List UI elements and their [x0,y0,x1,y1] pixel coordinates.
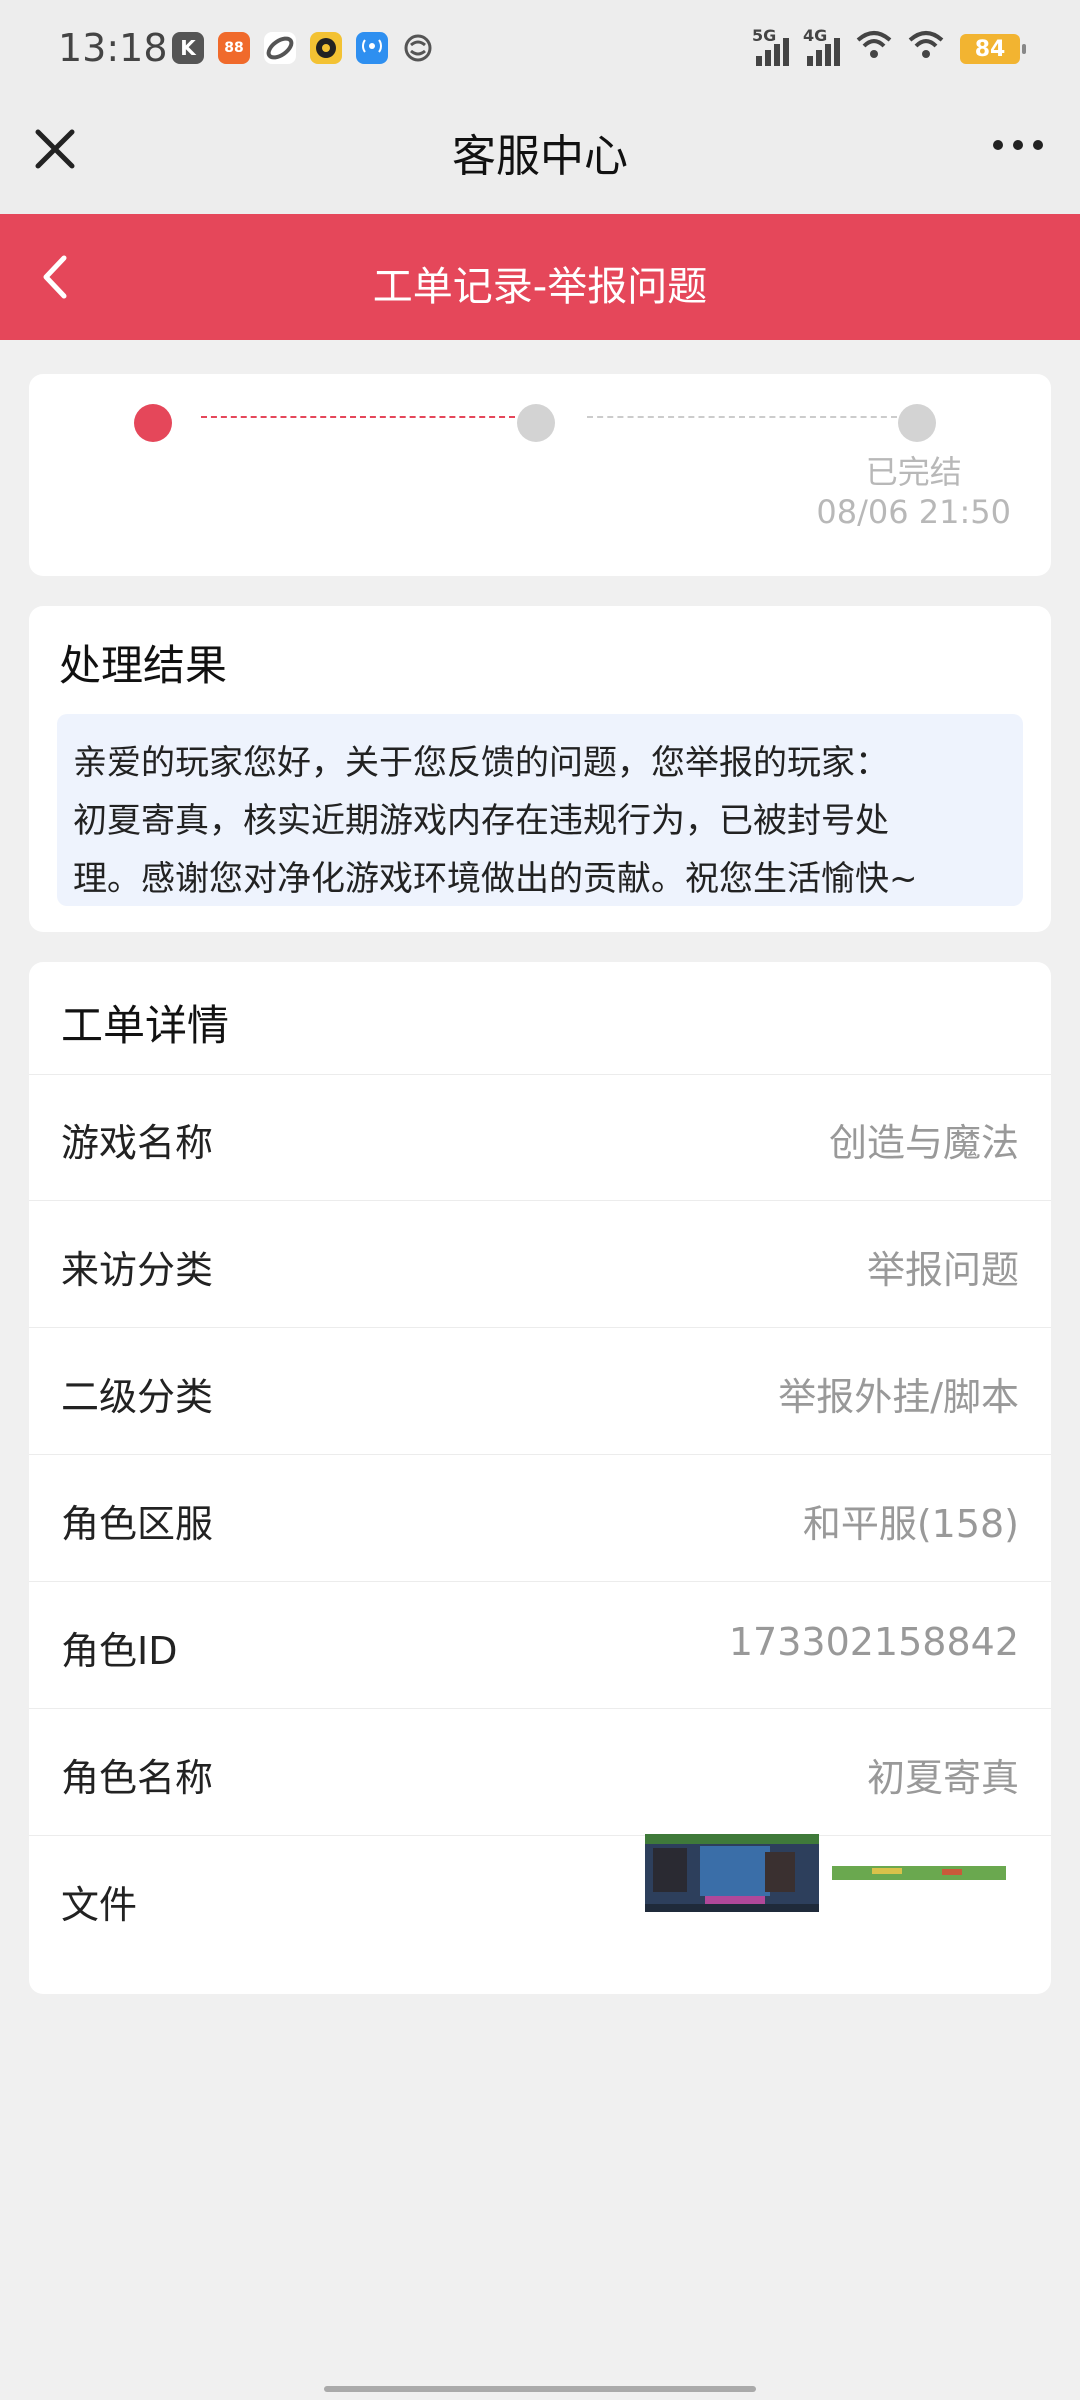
detail-value: 创造与魔法 [828,1121,1019,1165]
step-dot-3 [898,404,936,442]
detail-value: 举报外挂/脚本 [778,1375,1019,1419]
result-message: 亲爱的玩家您好，关于您反馈的问题，您举报的玩家： 初夏寄真，核实近期游戏内存在违… [57,714,1023,906]
k-app-icon: K [172,32,204,64]
result-line: 理。感谢您对净化游戏环境做出的贡献。祝您生活愉快~ [73,859,918,899]
detail-value: 初夏寄真 [866,1756,1019,1800]
detail-row-server: 角色区服 和平服(158) [29,1455,1051,1582]
details-header: 工单详情 [29,962,1051,1075]
file-thumbnail-2[interactable] [832,1834,1006,1912]
nav-bar: 客服中心 [0,100,1080,214]
final-status: 已完结 [865,453,962,491]
detail-row-files: 文件 [29,1834,1051,1962]
progress-card: 已完结 08/06 21:50 [29,374,1051,576]
wifi-icon [856,30,892,68]
more-icon[interactable] [990,120,1046,181]
step-line-1 [201,416,515,418]
detail-label: 游戏名称 [61,1121,214,1165]
file-thumbnail-1[interactable] [645,1834,819,1912]
step-dot-2 [517,404,555,442]
details-card: 工单详情 游戏名称 创造与魔法 来访分类 举报问题 二级分类 举报外挂/脚本 角… [29,962,1051,1994]
details-heading: 工单详情 [61,1001,230,1050]
status-app-icons: K 88 [172,32,434,64]
home-indicator[interactable] [324,2386,756,2392]
detail-row-sub-category: 二级分类 举报外挂/脚本 [29,1328,1051,1455]
step-line-2 [587,416,897,418]
detail-label: 来访分类 [61,1248,214,1292]
battery-icon: 84 [960,34,1026,64]
result-line: 初夏寄真，核实近期游戏内存在违规行为，已被封号处 [73,801,889,841]
status-bar: 13:18 K 88 5G 4G 84 [0,0,1080,100]
detail-label: 角色区服 [61,1502,214,1546]
wifi-icon-2 [908,30,944,68]
radio-app-icon [356,32,388,64]
detail-row-visit-category: 来访分类 举报问题 [29,1201,1051,1328]
detail-value: 举报问题 [866,1248,1019,1292]
page-title: 工单记录-举报问题 [372,264,708,310]
result-line: 亲爱的玩家您好，关于您反馈的问题，您举报的玩家： [73,743,889,783]
battery-level: 84 [974,36,1006,62]
detail-label: 文件 [61,1883,138,1927]
detail-row-game-name: 游戏名称 创造与魔法 [29,1074,1051,1201]
nav-title: 客服中心 [452,131,628,182]
detail-label: 角色ID [61,1629,178,1673]
result-card: 处理结果 亲爱的玩家您好，关于您反馈的问题，您举报的玩家： 初夏寄真，核实近期游… [29,606,1051,932]
mobile-app-icon [402,32,434,64]
step-dot-1 [134,404,172,442]
detail-label: 角色名称 [61,1756,214,1800]
signal-4g-icon: 4G [803,26,840,66]
final-step-label: 已完结 08/06 21:50 [816,452,1011,532]
orange-app-icon: 88 [218,32,250,64]
detail-row-role-name: 角色名称 初夏寄真 [29,1709,1051,1836]
detail-label: 二级分类 [61,1375,214,1419]
detail-value: 和平服(158) [802,1502,1019,1546]
page-header: 工单记录-举报问题 [0,214,1080,340]
game-app-icon [264,32,296,64]
signal-5g-icon: 5G [752,26,789,66]
final-time: 08/06 21:50 [816,493,1011,531]
result-heading: 处理结果 [59,641,228,690]
status-right: 5G 4G 84 [752,26,1026,68]
detail-row-role-id: 角色ID 173302158842 [29,1582,1051,1709]
music-app-icon [310,32,342,64]
detail-value: 173302158842 [728,1620,1019,1664]
status-time: 13:18 [58,26,168,70]
